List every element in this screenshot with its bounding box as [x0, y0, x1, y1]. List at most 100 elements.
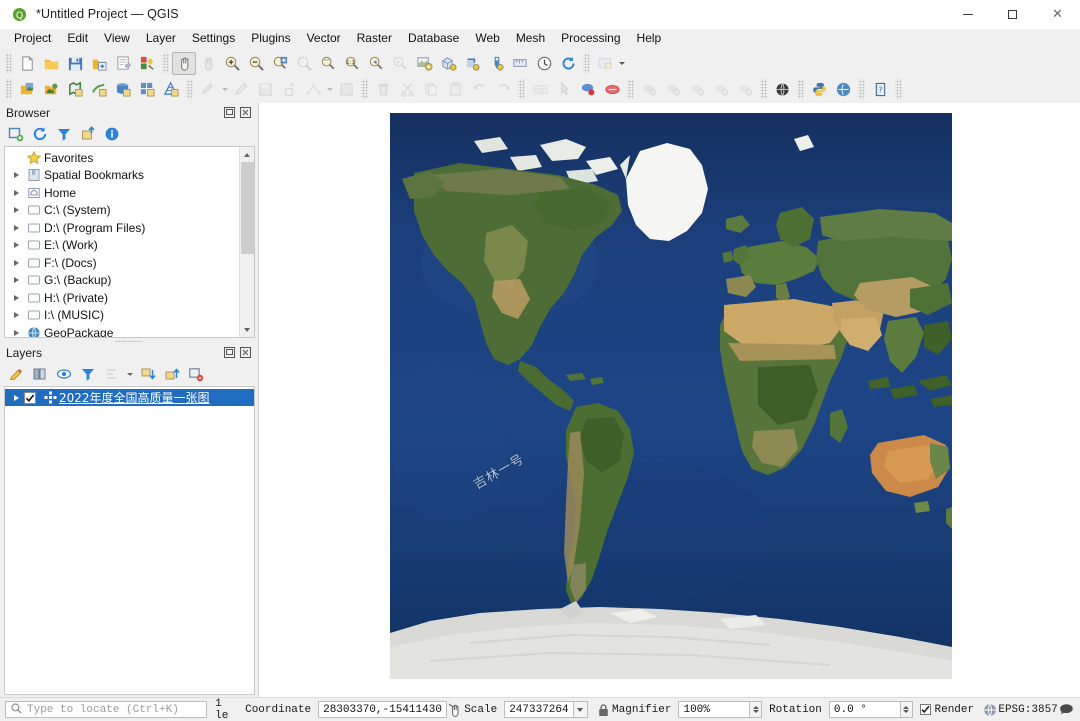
layers-tree[interactable]: 2022年度全国高质量一张图 [4, 386, 255, 695]
style-manager-button[interactable] [135, 52, 159, 75]
expand-arrow-icon[interactable] [9, 277, 24, 284]
delete-selected-button[interactable] [371, 78, 395, 101]
menu-vector[interactable]: Vector [299, 29, 349, 48]
refresh-button[interactable] [460, 52, 484, 75]
toolbar-grip-9[interactable] [760, 79, 767, 99]
temporal-controller-button[interactable] [532, 52, 556, 75]
browser-item-favorites[interactable]: Favorites [5, 149, 239, 167]
browser-item-geopackage[interactable]: GeoPackage [5, 324, 239, 337]
new-shapefile-layer-button[interactable] [637, 78, 661, 101]
modify-attributes-button[interactable] [334, 78, 358, 101]
zoom-full-button[interactable] [268, 52, 292, 75]
expand-arrow-icon[interactable] [9, 189, 24, 196]
collapse-all-layers-button[interactable] [162, 365, 181, 384]
plugin-manager-button[interactable] [831, 78, 855, 101]
remove-layer-button[interactable] [186, 365, 205, 384]
add-vector-layer-button[interactable] [39, 78, 63, 101]
expand-arrow-icon[interactable] [9, 259, 24, 266]
toolbar-grip-2[interactable] [162, 53, 169, 73]
new-geopackage-layer-button[interactable] [661, 78, 685, 101]
rotation-field[interactable]: 0.0 ° [828, 701, 901, 718]
scrollbar-track[interactable] [239, 162, 254, 322]
browser-close-button[interactable] [239, 106, 252, 119]
open-attribute-table-button[interactable] [528, 78, 552, 101]
expand-arrow-icon[interactable] [9, 312, 24, 319]
expand-arrow-icon[interactable] [9, 224, 24, 231]
messages-icon[interactable] [1058, 700, 1075, 719]
save-project-button[interactable] [63, 52, 87, 75]
menu-web[interactable]: Web [467, 29, 507, 48]
magnifier-field[interactable]: 100% [678, 701, 751, 718]
browser-item-spatial-bookmarks[interactable]: Spatial Bookmarks [5, 167, 239, 185]
collapse-all-button[interactable] [78, 125, 97, 144]
add-raster-layer-button[interactable] [63, 78, 87, 101]
menu-layer[interactable]: Layer [138, 29, 184, 48]
open-layer-styling-button[interactable] [6, 365, 25, 384]
zoom-selection-button[interactable] [292, 52, 316, 75]
data-source-manager-button[interactable] [15, 78, 39, 101]
toolbar-grip-3[interactable] [583, 53, 590, 73]
globe-icon[interactable] [981, 700, 998, 719]
toolbar-grip-4[interactable] [5, 79, 12, 99]
lock-icon[interactable] [595, 700, 612, 719]
locator-search-input[interactable]: Type to locate (Ctrl+K) [5, 701, 208, 718]
menu-plugins[interactable]: Plugins [243, 29, 298, 48]
help-contents-button[interactable]: ? [868, 78, 892, 101]
browser-tree[interactable]: Favorites Spatial Bookmarks Home C:\ (Sy… [4, 146, 255, 338]
vertex-tool-button[interactable] [301, 78, 325, 101]
copy-features-button[interactable] [419, 78, 443, 101]
add-feature-button[interactable] [277, 78, 301, 101]
layers-float-button[interactable] [223, 346, 236, 359]
browser-item-h-drive[interactable]: H:\ (Private) [5, 289, 239, 307]
zoom-last-button[interactable] [364, 52, 388, 75]
toolbar-grip-8[interactable] [627, 79, 634, 99]
select-features-button[interactable] [552, 78, 576, 101]
toolbar-grip-10[interactable] [797, 79, 804, 99]
show-map-tips-dropdown[interactable] [617, 52, 626, 75]
zoom-next-button[interactable] [388, 52, 412, 75]
add-mesh-layer-button[interactable] [159, 78, 183, 101]
menu-raster[interactable]: Raster [349, 29, 400, 48]
toggle-editing-button[interactable] [229, 78, 253, 101]
scroll-down-button[interactable] [239, 322, 254, 337]
expand-arrow-icon[interactable] [9, 207, 24, 214]
current-edits-button[interactable] [196, 78, 220, 101]
browser-item-home[interactable]: Home [5, 184, 239, 202]
filter-browser-button[interactable] [54, 125, 73, 144]
toolbar-grip-6[interactable] [361, 79, 368, 99]
expand-arrow-icon[interactable] [9, 172, 24, 179]
browser-float-button[interactable] [223, 106, 236, 119]
new-map-view-button[interactable] [412, 52, 436, 75]
redo-button[interactable] [491, 78, 515, 101]
pan-map-button[interactable] [172, 51, 196, 75]
filter-legend-dropdown[interactable] [126, 365, 133, 384]
maximize-button[interactable] [990, 0, 1035, 29]
render-checkbox[interactable] [919, 704, 931, 715]
menu-project[interactable]: Project [6, 29, 59, 48]
zoom-native-button[interactable]: 1:1 [340, 52, 364, 75]
zoom-in-button[interactable] [220, 52, 244, 75]
select-by-expression-button[interactable] [600, 78, 624, 101]
new-spatialite-layer-button[interactable] [685, 78, 709, 101]
paste-features-button[interactable] [443, 78, 467, 101]
save-project-as-button[interactable] [87, 52, 111, 75]
manage-visibility-button[interactable] [54, 365, 73, 384]
new-print-layout-button[interactable] [111, 52, 135, 75]
open-project-button[interactable] [39, 52, 63, 75]
show-map-tips-button[interactable] [593, 52, 617, 75]
magnifier-stepper[interactable] [750, 701, 763, 718]
add-spatialite-layer-button[interactable] [135, 78, 159, 101]
rotation-stepper[interactable] [900, 701, 913, 718]
menu-view[interactable]: View [96, 29, 138, 48]
measure-button[interactable] [508, 52, 532, 75]
menu-help[interactable]: Help [629, 29, 670, 48]
python-console-button[interactable] [807, 78, 831, 101]
menu-edit[interactable]: Edit [59, 29, 96, 48]
scale-dropdown-button[interactable] [574, 701, 588, 718]
close-button[interactable]: ✕ [1035, 0, 1080, 29]
browser-item-f-drive[interactable]: F:\ (Docs) [5, 254, 239, 272]
deselect-features-button[interactable] [576, 78, 600, 101]
layer-list-item[interactable]: 2022年度全国高质量一张图 [5, 389, 254, 406]
add-layers-button[interactable] [6, 125, 25, 144]
map-canvas-area[interactable]: 吉林一号 [258, 103, 1080, 697]
